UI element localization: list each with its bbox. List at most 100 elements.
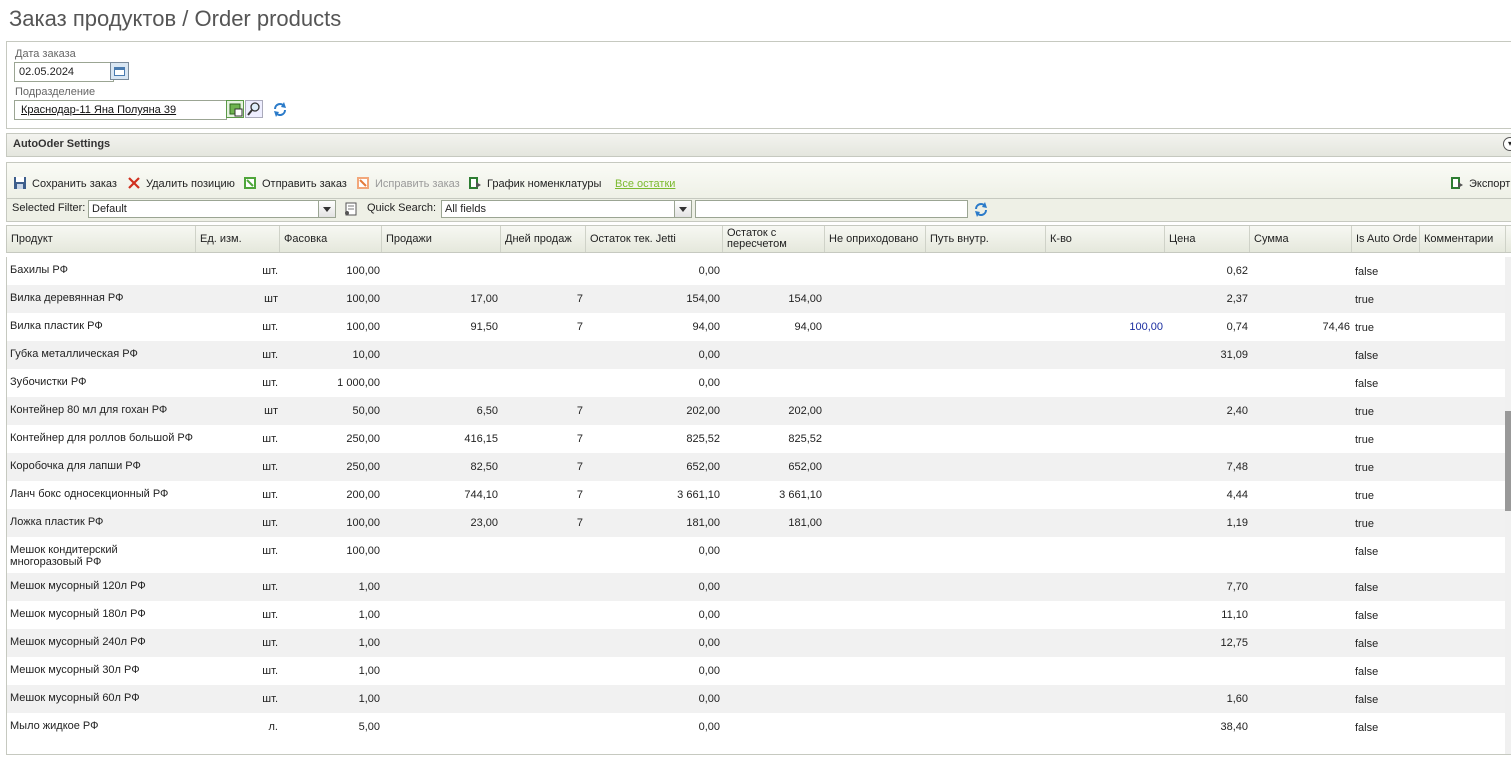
cell-unit: шт. (262, 665, 278, 677)
table-row[interactable]: Зубочистки РФ шт. 1 000,00 0,00 false (7, 369, 1506, 397)
cell-auto: true (1355, 294, 1374, 306)
save-order-button[interactable]: Сохранить заказ (13, 176, 117, 192)
table-row[interactable]: Мешок мусорный 30л РФ шт. 1,00 0,00 false (7, 657, 1506, 685)
order-form-panel: Дата заказа 02.05.2024 Подразделение Кра… (6, 41, 1511, 129)
cell-pack: 5,00 (358, 721, 380, 733)
column-header-stock-recalc[interactable]: Остаток с пересчетом (723, 226, 825, 252)
cell-stock: 94,00 (692, 321, 720, 333)
table-row[interactable]: Мыло жидкое РФ л. 5,00 0,00 38,40 false (7, 713, 1506, 741)
cell-auto: false (1355, 638, 1379, 650)
division-field[interactable]: Краснодар-11 Яна Полуяна 39 (14, 100, 227, 120)
table-row[interactable]: Губка металлическая РФ шт. 10,00 0,00 31,09 f… (7, 341, 1506, 369)
column-header-internal-path[interactable]: Путь внутр. (926, 226, 1046, 252)
cell-product: Бахилы РФ (10, 264, 68, 276)
chevron-down-icon[interactable] (318, 201, 335, 217)
date-label: Дата заказа (15, 48, 76, 60)
search-icon[interactable] (245, 100, 263, 118)
cell-unit: шт. (262, 609, 278, 621)
autoorder-settings-bar[interactable]: AutoOder Settings ▾ (6, 133, 1511, 157)
cell-recalc: 154,00 (788, 293, 822, 305)
cell-product: Ланч бокс односекционный РФ (10, 488, 169, 500)
cell-auto: false (1355, 378, 1379, 390)
cell-auto: false (1355, 582, 1379, 594)
selected-filter-select[interactable]: Default (88, 200, 336, 218)
refresh-icon[interactable] (973, 201, 989, 220)
table-row[interactable]: Мешок мусорный 60л РФ шт. 1,00 0,00 1,60 fals… (7, 685, 1506, 713)
cell-price: 31,09 (1220, 349, 1248, 361)
nomenclature-schedule-button[interactable]: График номенклатуры (468, 176, 601, 192)
cell-stock: 0,00 (698, 581, 720, 593)
table-row[interactable]: Вилка деревянная РФ шт 100,00 17,00 7 154,00 1… (7, 285, 1506, 313)
table-row[interactable]: Ланч бокс односекционный РФ шт. 200,00 744,… (7, 481, 1506, 509)
cell-auto: false (1355, 666, 1379, 678)
cell-pack: 100,00 (346, 293, 380, 305)
cell-unit: шт. (262, 461, 278, 473)
grid-body: Бахилы РФ шт. 100,00 0,00 0,62 false Вилка дер… (6, 257, 1511, 754)
all-stock-link[interactable]: Все остатки (615, 176, 675, 192)
column-header-unit[interactable]: Ед. изм. (196, 226, 280, 252)
cell-auto: true (1355, 462, 1374, 474)
cell-pack: 10,00 (352, 349, 380, 361)
chevron-down-icon[interactable] (674, 201, 691, 217)
cell-unit: шт (264, 293, 278, 305)
spreadsheet-icon (469, 177, 481, 189)
column-header-pack[interactable]: Фасовка (280, 226, 382, 252)
date-field[interactable]: 02.05.2024 (14, 62, 114, 82)
cell-auto: true (1355, 490, 1374, 502)
cell-sales: 6,50 (476, 405, 498, 417)
scrollbar-thumb[interactable] (1505, 411, 1511, 511)
cell-qty[interactable]: 100,00 (1129, 321, 1163, 333)
cell-days: 7 (576, 461, 583, 473)
cell-product: Контейнер 80 мл для гохан РФ (10, 404, 168, 416)
cell-unit: шт. (262, 433, 278, 445)
column-header-quantity[interactable]: К-во (1046, 226, 1165, 252)
send-order-button[interactable]: Отправить заказ (243, 176, 347, 192)
table-row[interactable]: Мешок мусорный 180л РФ шт. 1,00 0,00 11,10 fa… (7, 601, 1506, 629)
column-header-price[interactable]: Цена (1165, 226, 1250, 252)
export-button[interactable]: Экспорт (1450, 176, 1510, 192)
table-row[interactable]: Бахилы РФ шт. 100,00 0,00 0,62 false (7, 257, 1506, 285)
table-row[interactable]: Вилка пластик РФ шт. 100,00 91,50 7 94,00 94,0… (7, 313, 1506, 341)
column-header-comments[interactable]: Комментарии (1420, 226, 1506, 252)
cell-product: Мешок мусорный 30л РФ (10, 664, 140, 676)
column-header-is-auto-order[interactable]: Is Auto Orde (1352, 226, 1420, 252)
column-header-sum[interactable]: Сумма (1250, 226, 1352, 252)
cell-auto: false (1355, 266, 1379, 278)
column-header-product[interactable]: Продукт (7, 226, 196, 252)
page-title: Заказ продуктов / Order products (9, 6, 342, 31)
column-header-stock-jetti[interactable]: Остаток тек. Jetti (586, 226, 723, 252)
nomenclature-schedule-label: График номенклатуры (487, 178, 602, 190)
column-header-sales[interactable]: Продажи (382, 226, 501, 252)
select-list-icon[interactable] (226, 100, 244, 118)
cell-sum: 74,46 (1322, 321, 1350, 333)
cell-days: 7 (576, 321, 583, 333)
column-header-sales-days[interactable]: Дней продаж (501, 226, 586, 252)
delete-item-button[interactable]: Удалить позицию (127, 176, 235, 192)
excel-export-icon (1451, 177, 1463, 189)
cell-recalc: 3 661,10 (779, 489, 822, 501)
table-row[interactable]: Контейнер 80 мл для гохан РФ шт 50,00 6,50 7… (7, 397, 1506, 425)
edit-icon (357, 177, 369, 189)
calendar-icon[interactable] (110, 62, 129, 80)
table-row[interactable]: Мешок кондитерский многоразовый РФ шт. 100… (7, 537, 1506, 573)
filter-bar: Selected Filter: Default Quick Search: A… (6, 198, 1511, 222)
cell-days: 7 (576, 433, 583, 445)
fix-order-button[interactable]: Исправить заказ (356, 176, 460, 192)
chevron-down-icon[interactable]: ▾ (1503, 137, 1511, 151)
column-header-not-received[interactable]: Не оприходовано (825, 226, 926, 252)
table-row[interactable]: Контейнер для роллов большой РФ шт. 250,00… (7, 425, 1506, 453)
vertical-scrollbar[interactable] (1505, 257, 1511, 754)
cell-unit: шт. (262, 321, 278, 333)
cell-auto: true (1355, 322, 1374, 334)
cell-product: Контейнер для роллов большой РФ (10, 432, 194, 444)
table-row[interactable]: Коробочка для лапши РФ шт. 250,00 82,50 7 652… (7, 453, 1506, 481)
cell-sales: 23,00 (470, 517, 498, 529)
quick-search-field-select[interactable]: All fields (441, 200, 692, 218)
refresh-icon[interactable] (272, 101, 288, 120)
table-row[interactable]: Мешок мусорный 240л РФ шт. 1,00 0,00 12,75 fa… (7, 629, 1506, 657)
table-row[interactable]: Ложка пластик РФ шт. 100,00 23,00 7 181,00 181… (7, 509, 1506, 537)
cell-product: Мешок мусорный 120л РФ (10, 580, 146, 592)
table-row[interactable]: Мешок мусорный 120л РФ шт. 1,00 0,00 7,70 fal… (7, 573, 1506, 601)
filter-book-icon[interactable] (343, 201, 359, 220)
quick-search-input[interactable] (695, 200, 968, 218)
